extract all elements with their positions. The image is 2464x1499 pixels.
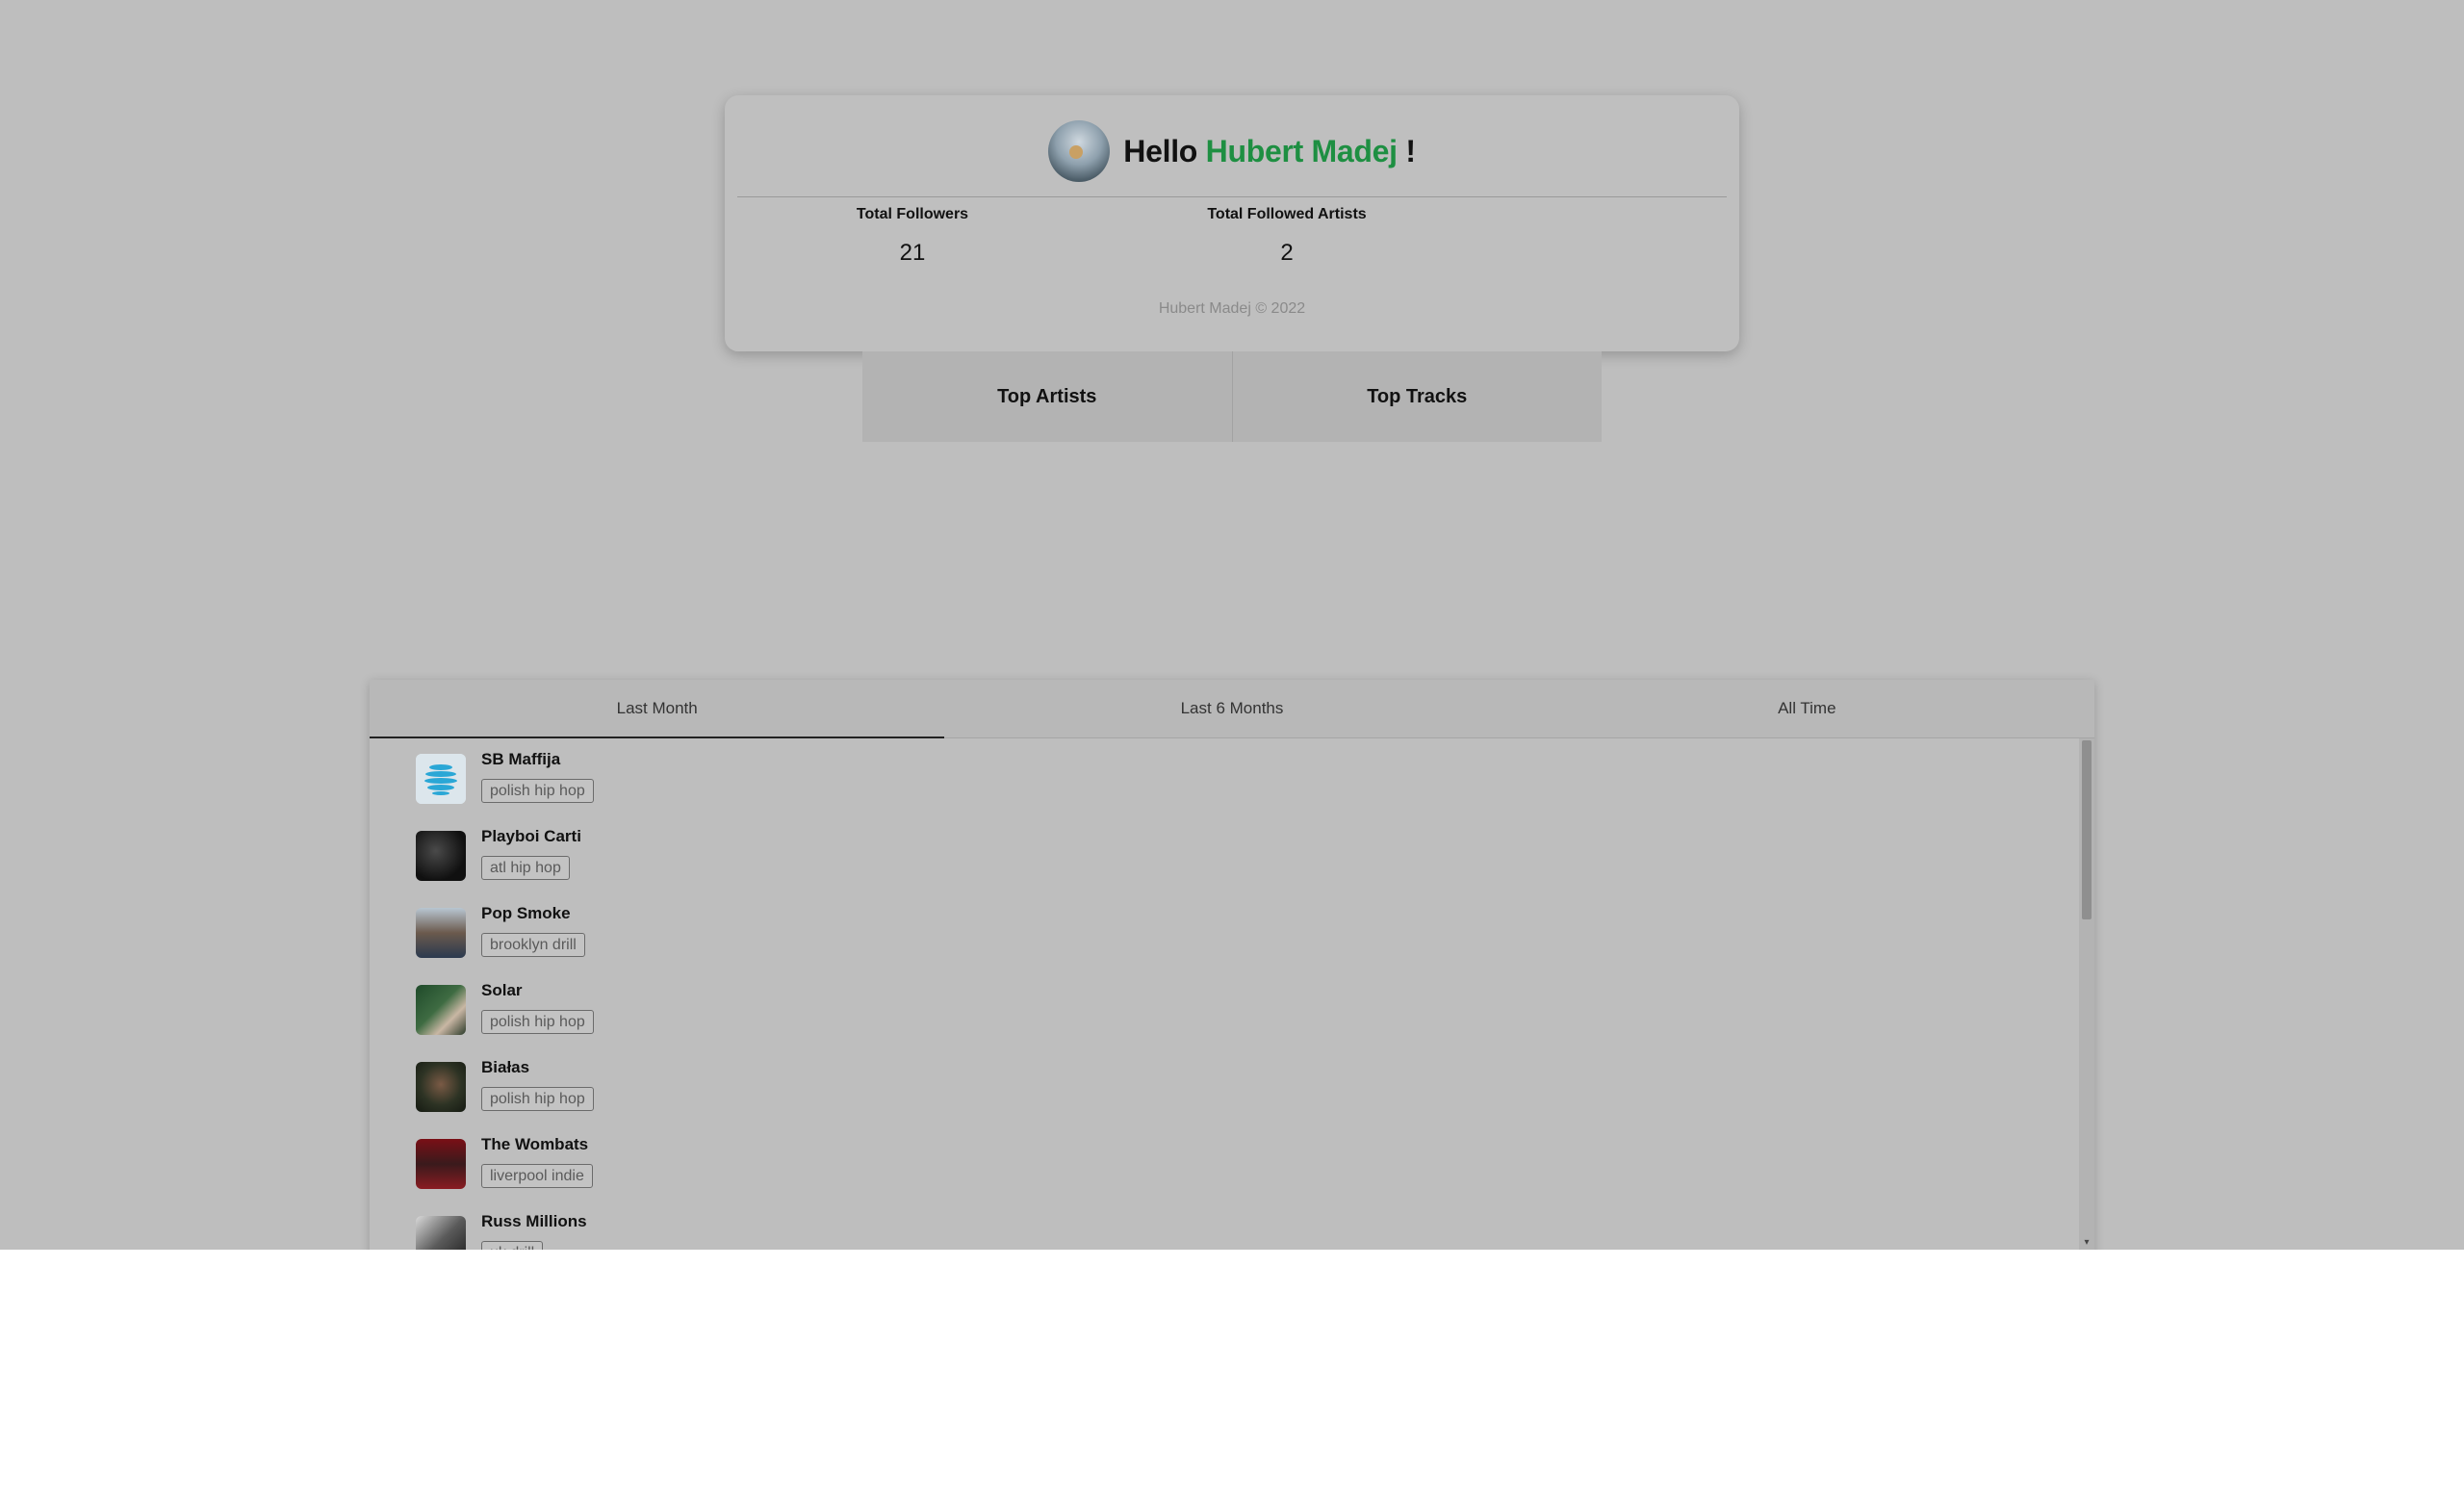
genre-badge: liverpool indie [481, 1164, 593, 1188]
artist-image [416, 754, 466, 804]
artist-list: SB Maffija polish hip hop Playboi Carti … [370, 738, 2079, 1250]
artist-name: SB Maffija [481, 750, 561, 768]
artist-image [416, 1062, 466, 1112]
genre-badge: brooklyn drill [481, 933, 585, 957]
period-tabs: Last Month Last 6 Months All Time [370, 680, 2094, 738]
greeting-heading: Hello Hubert Madej ! [1123, 133, 1416, 169]
list-scrollbar[interactable]: ▾ [2079, 738, 2094, 1250]
artist-name: Russ Millions [481, 1212, 587, 1230]
list-item[interactable]: Russ Millions uk drill [416, 1208, 993, 1250]
top-list-panel: Last Month Last 6 Months All Time SB Maf… [370, 680, 2094, 1250]
artist-name: Pop Smoke [481, 904, 571, 922]
greeting-exclamation: ! [1405, 133, 1416, 168]
list-item[interactable]: SB Maffija polish hip hop [416, 746, 993, 814]
list-item[interactable]: Białas polish hip hop [416, 1054, 993, 1122]
page-background: Hello Hubert Madej ! Total Followers 21 … [0, 0, 2464, 1250]
list-item[interactable]: The Wombats liverpool indie [416, 1131, 993, 1199]
followed-artists-label: Total Followed Artists [1207, 206, 1367, 222]
artist-image [416, 1139, 466, 1189]
tab-last-month[interactable]: Last Month [370, 680, 945, 738]
tab-last-6-months[interactable]: Last 6 Months [944, 680, 1519, 737]
scroll-down-icon[interactable]: ▾ [2082, 1238, 2092, 1248]
list-item[interactable]: Solar polish hip hop [416, 977, 993, 1045]
artist-image [416, 831, 466, 881]
user-name: Hubert Madej [1205, 133, 1398, 168]
tab-all-time[interactable]: All Time [1520, 680, 2094, 737]
followers-label: Total Followers [856, 206, 969, 222]
genre-badge: polish hip hop [481, 1010, 594, 1034]
artist-name: Białas [481, 1058, 530, 1076]
profile-card: Hello Hubert Madej ! Total Followers 21 … [725, 95, 1739, 351]
artist-name: Solar [481, 981, 523, 999]
greeting-word: Hello [1123, 133, 1198, 168]
list-item[interactable]: Pop Smoke brooklyn drill [416, 900, 993, 968]
list-item[interactable]: Playboi Carti atl hip hop [416, 823, 993, 891]
artist-name: Playboi Carti [481, 827, 581, 845]
card-divider [737, 196, 1727, 197]
tab-top-tracks[interactable]: Top Tracks [1231, 351, 1602, 442]
followers-value: 21 [899, 240, 926, 266]
genre-badge: uk drill [481, 1241, 544, 1250]
content-type-tabs: Top Artists Top Tracks [862, 351, 1602, 442]
artist-image [416, 908, 466, 958]
artist-image [416, 1216, 466, 1250]
followers-stat: Total Followers 21 [787, 205, 1038, 267]
genre-badge: atl hip hop [481, 856, 570, 880]
genre-badge: polish hip hop [481, 1087, 594, 1111]
followed-artists-value: 2 [1280, 240, 1294, 266]
genre-badge: polish hip hop [481, 779, 594, 803]
user-avatar [1048, 120, 1111, 182]
greeting-row: Hello Hubert Madej ! [725, 120, 1739, 182]
scrollbar-thumb[interactable] [2082, 740, 2092, 919]
tab-top-artists[interactable]: Top Artists [862, 351, 1232, 442]
followed-artists-stat: Total Followed Artists 2 [1162, 205, 1412, 267]
artist-name: The Wombats [481, 1135, 589, 1153]
artist-image [416, 985, 466, 1035]
copyright-text: Hubert Madej © 2022 [1158, 300, 1306, 317]
